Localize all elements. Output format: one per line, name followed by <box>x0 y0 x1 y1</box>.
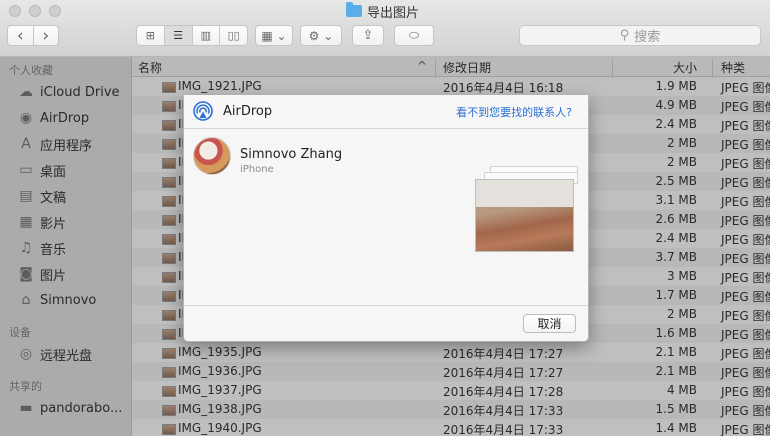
minimize-window-button[interactable] <box>29 5 41 17</box>
close-window-button[interactable] <box>9 5 21 17</box>
tag-button[interactable]: ⬭ <box>394 25 434 46</box>
airdrop-sheet: AirDrop 看不到您要找的联系人? Simnovo Zhang iPhone… <box>183 95 589 342</box>
airdrop-icon <box>193 101 213 121</box>
column-view-button[interactable]: ▥ <box>193 26 221 45</box>
back-button[interactable]: ‹ <box>8 26 34 46</box>
missing-contact-help-link[interactable]: 看不到您要找的联系人? <box>456 104 572 120</box>
view-mode-control: ⊞ ☰ ▥ ▯▯ <box>136 25 248 46</box>
window-title: 导出图片 <box>346 2 420 21</box>
contact-name: Simnovo Zhang <box>240 147 343 162</box>
search-field[interactable]: ⚲ 搜索 <box>519 25 761 46</box>
contact-avatar <box>193 137 231 175</box>
forward-button[interactable]: › <box>34 26 59 46</box>
share-button[interactable]: ⇪ <box>352 25 384 46</box>
search-icon: ⚲ <box>619 28 630 43</box>
folder-icon <box>346 2 362 17</box>
airdrop-title: AirDrop <box>223 104 273 119</box>
back-forward-control: ‹ › <box>7 25 59 46</box>
list-view-button[interactable]: ☰ <box>164 26 193 45</box>
cancel-button[interactable]: 取消 <box>523 314 576 333</box>
title-bar: 导出图片 ‹ › ⊞ ☰ ▥ ▯▯ ▦ ⌄ ⚙ ⌄ ⇪ ⬭ ⚲ 搜索 <box>0 0 770 57</box>
contact-device: iPhone <box>240 164 274 175</box>
finder-window: 导出图片 ‹ › ⊞ ☰ ▥ ▯▯ ▦ ⌄ ⚙ ⌄ ⇪ ⬭ ⚲ 搜索 个人收藏 … <box>0 0 770 436</box>
zoom-window-button[interactable] <box>49 5 61 17</box>
shared-photo-preview <box>475 179 574 252</box>
airdrop-contact[interactable]: Simnovo Zhang iPhone <box>193 137 393 177</box>
airdrop-sheet-header: AirDrop 看不到您要找的联系人? <box>184 95 588 129</box>
action-gear-button[interactable]: ⚙ ⌄ <box>300 25 342 46</box>
icon-view-button[interactable]: ⊞ <box>137 26 165 45</box>
window-title-text: 导出图片 <box>367 5 420 21</box>
sheet-footer-divider <box>184 305 588 306</box>
search-placeholder: 搜索 <box>634 30 661 45</box>
arrange-button[interactable]: ▦ ⌄ <box>255 25 293 46</box>
cover-flow-view-button[interactable]: ▯▯ <box>220 26 247 45</box>
